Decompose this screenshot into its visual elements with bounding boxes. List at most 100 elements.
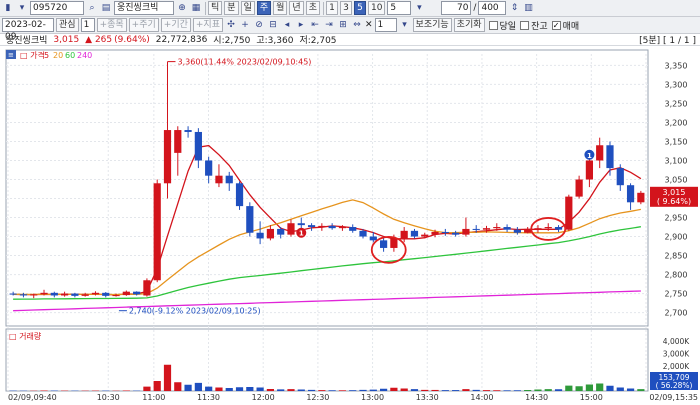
- grid-icon[interactable]: ▦: [190, 2, 202, 14]
- zoom-in-icon[interactable]: ⊞: [337, 19, 349, 31]
- interval-1-button[interactable]: 1: [326, 1, 338, 15]
- info-page: [5분] [ 1 / 1 ]: [639, 33, 696, 46]
- volume-bar: [195, 383, 202, 391]
- price-tick-label: 2,750: [665, 290, 688, 299]
- candle-body: [215, 176, 222, 184]
- period-minute-button[interactable]: 분: [224, 1, 238, 15]
- aux-function-button[interactable]: 보조기능: [413, 18, 452, 32]
- period-tick-button[interactable]: 틱: [208, 1, 222, 15]
- cross-icon[interactable]: +: [239, 19, 251, 31]
- count-input[interactable]: 70: [441, 1, 471, 15]
- period-month-button[interactable]: 월: [273, 1, 287, 15]
- zoom-out-icon[interactable]: ⊟: [267, 19, 279, 31]
- candle-body: [401, 231, 408, 239]
- price-tick-label: 2,950: [665, 214, 688, 223]
- volume-bar: [483, 390, 490, 391]
- info-open: 시:2,750: [213, 33, 250, 46]
- candle-body: [287, 223, 294, 234]
- interval-5-button[interactable]: 5: [354, 1, 366, 15]
- volume-bar: [174, 382, 181, 391]
- trade-label: 매매: [563, 19, 580, 32]
- balance-checkbox[interactable]: [520, 21, 529, 30]
- fit-icon[interactable]: ⇔: [351, 19, 363, 31]
- info-low: 저:2,705: [299, 33, 336, 46]
- volume-bar: [267, 389, 274, 391]
- volume-bar: [370, 390, 377, 391]
- count-divider: /: [473, 3, 476, 13]
- period-week-button[interactable]: 주: [257, 1, 271, 15]
- candle-body: [236, 183, 243, 206]
- volume-bar: [308, 390, 315, 391]
- scroll-right-icon[interactable]: ▸: [295, 19, 307, 31]
- current-volume-rate: ( 56.28%): [656, 381, 693, 390]
- period-day-button[interactable]: 일: [241, 1, 255, 15]
- candle-body: [524, 229, 531, 233]
- volume-bar: [555, 389, 562, 391]
- reset-button[interactable]: 초기화: [454, 18, 485, 32]
- volume-bar: [586, 385, 593, 392]
- price-tick-label: 3,150: [665, 137, 688, 146]
- volume-bar: [164, 365, 171, 391]
- add-period-button[interactable]: +주기: [129, 18, 159, 32]
- stock-code-input[interactable]: 095720: [30, 1, 84, 15]
- lock-icon[interactable]: ▤: [100, 2, 112, 14]
- interval-select[interactable]: 5: [387, 1, 411, 15]
- candle-body: [503, 227, 510, 230]
- first-icon[interactable]: ⇤: [309, 19, 321, 31]
- volume-bar: [287, 389, 294, 391]
- today-checkbox[interactable]: [489, 21, 498, 30]
- candle-body: [380, 240, 387, 248]
- ratio-chevron-icon[interactable]: ▾: [399, 19, 411, 31]
- add-range-button[interactable]: +기간: [161, 18, 191, 32]
- search-icon[interactable]: ⌕: [86, 2, 98, 14]
- volume-bar: [226, 388, 233, 391]
- volume-bar: [473, 390, 480, 391]
- trade-checkbox[interactable]: [552, 21, 561, 30]
- ratio-select[interactable]: 1: [375, 18, 397, 32]
- last-icon[interactable]: ⇥: [323, 19, 335, 31]
- eraser-icon[interactable]: ⊘: [253, 19, 265, 31]
- candle-body: [421, 235, 428, 237]
- volume-bar: [390, 388, 397, 391]
- spin-arrows-icon[interactable]: ⇕: [508, 2, 520, 14]
- price-chart-svg[interactable]: 3,3503,3003,2503,2003,1503,1003,0503,000…: [0, 46, 700, 402]
- volume-bar: [576, 386, 583, 391]
- interval-10-button[interactable]: 10: [368, 1, 385, 15]
- candle-body: [329, 226, 336, 228]
- chart-area[interactable]: 3,3503,3003,2503,2003,1503,1003,0503,000…: [0, 46, 700, 402]
- legend-ma240: 240: [77, 51, 92, 60]
- volume-bar: [123, 391, 130, 392]
- add-stock-button[interactable]: +종목: [97, 18, 127, 32]
- info-rate: (9.64%): [114, 35, 150, 45]
- price-tick-label: 2,700: [665, 309, 688, 318]
- time-tick-label: 10:30: [97, 393, 120, 402]
- watchlist-number[interactable]: 1: [81, 18, 95, 32]
- candle-body: [390, 238, 397, 248]
- candle-body: [102, 293, 109, 296]
- date-input[interactable]: 2023-02-09: [2, 18, 54, 32]
- crosshair-icon[interactable]: ✣: [225, 19, 237, 31]
- watchlist-button[interactable]: 관심: [56, 18, 79, 32]
- multiply-sign: ✕: [365, 20, 373, 30]
- dropdown-arrow-icon[interactable]: ▾: [16, 2, 28, 14]
- scroll-left-icon[interactable]: ◂: [281, 19, 293, 31]
- candle-body: [483, 228, 490, 230]
- info-stock-name: 웅진씽크빅: [6, 33, 47, 46]
- volume-bar: [411, 389, 418, 391]
- bar-chart-icon[interactable]: ▥: [522, 2, 534, 14]
- pin-icon[interactable]: ▮: [2, 2, 14, 14]
- candle-body: [298, 223, 305, 225]
- period-year-button[interactable]: 년: [289, 1, 303, 15]
- count-max-input[interactable]: 400: [478, 1, 506, 15]
- candle-body: [205, 160, 212, 175]
- candle-body: [174, 130, 181, 153]
- add-indicator-button[interactable]: +지표: [193, 18, 223, 32]
- chevron-down-icon[interactable]: ▾: [413, 2, 425, 14]
- search-plus-icon[interactable]: ⊕: [176, 2, 188, 14]
- volume-bar: [205, 387, 212, 391]
- time-tick-label: 13:30: [416, 393, 439, 402]
- period-second-button[interactable]: 초: [306, 1, 320, 15]
- candle-body: [195, 132, 202, 161]
- candle-body: [576, 179, 583, 196]
- interval-3-button[interactable]: 3: [340, 1, 352, 15]
